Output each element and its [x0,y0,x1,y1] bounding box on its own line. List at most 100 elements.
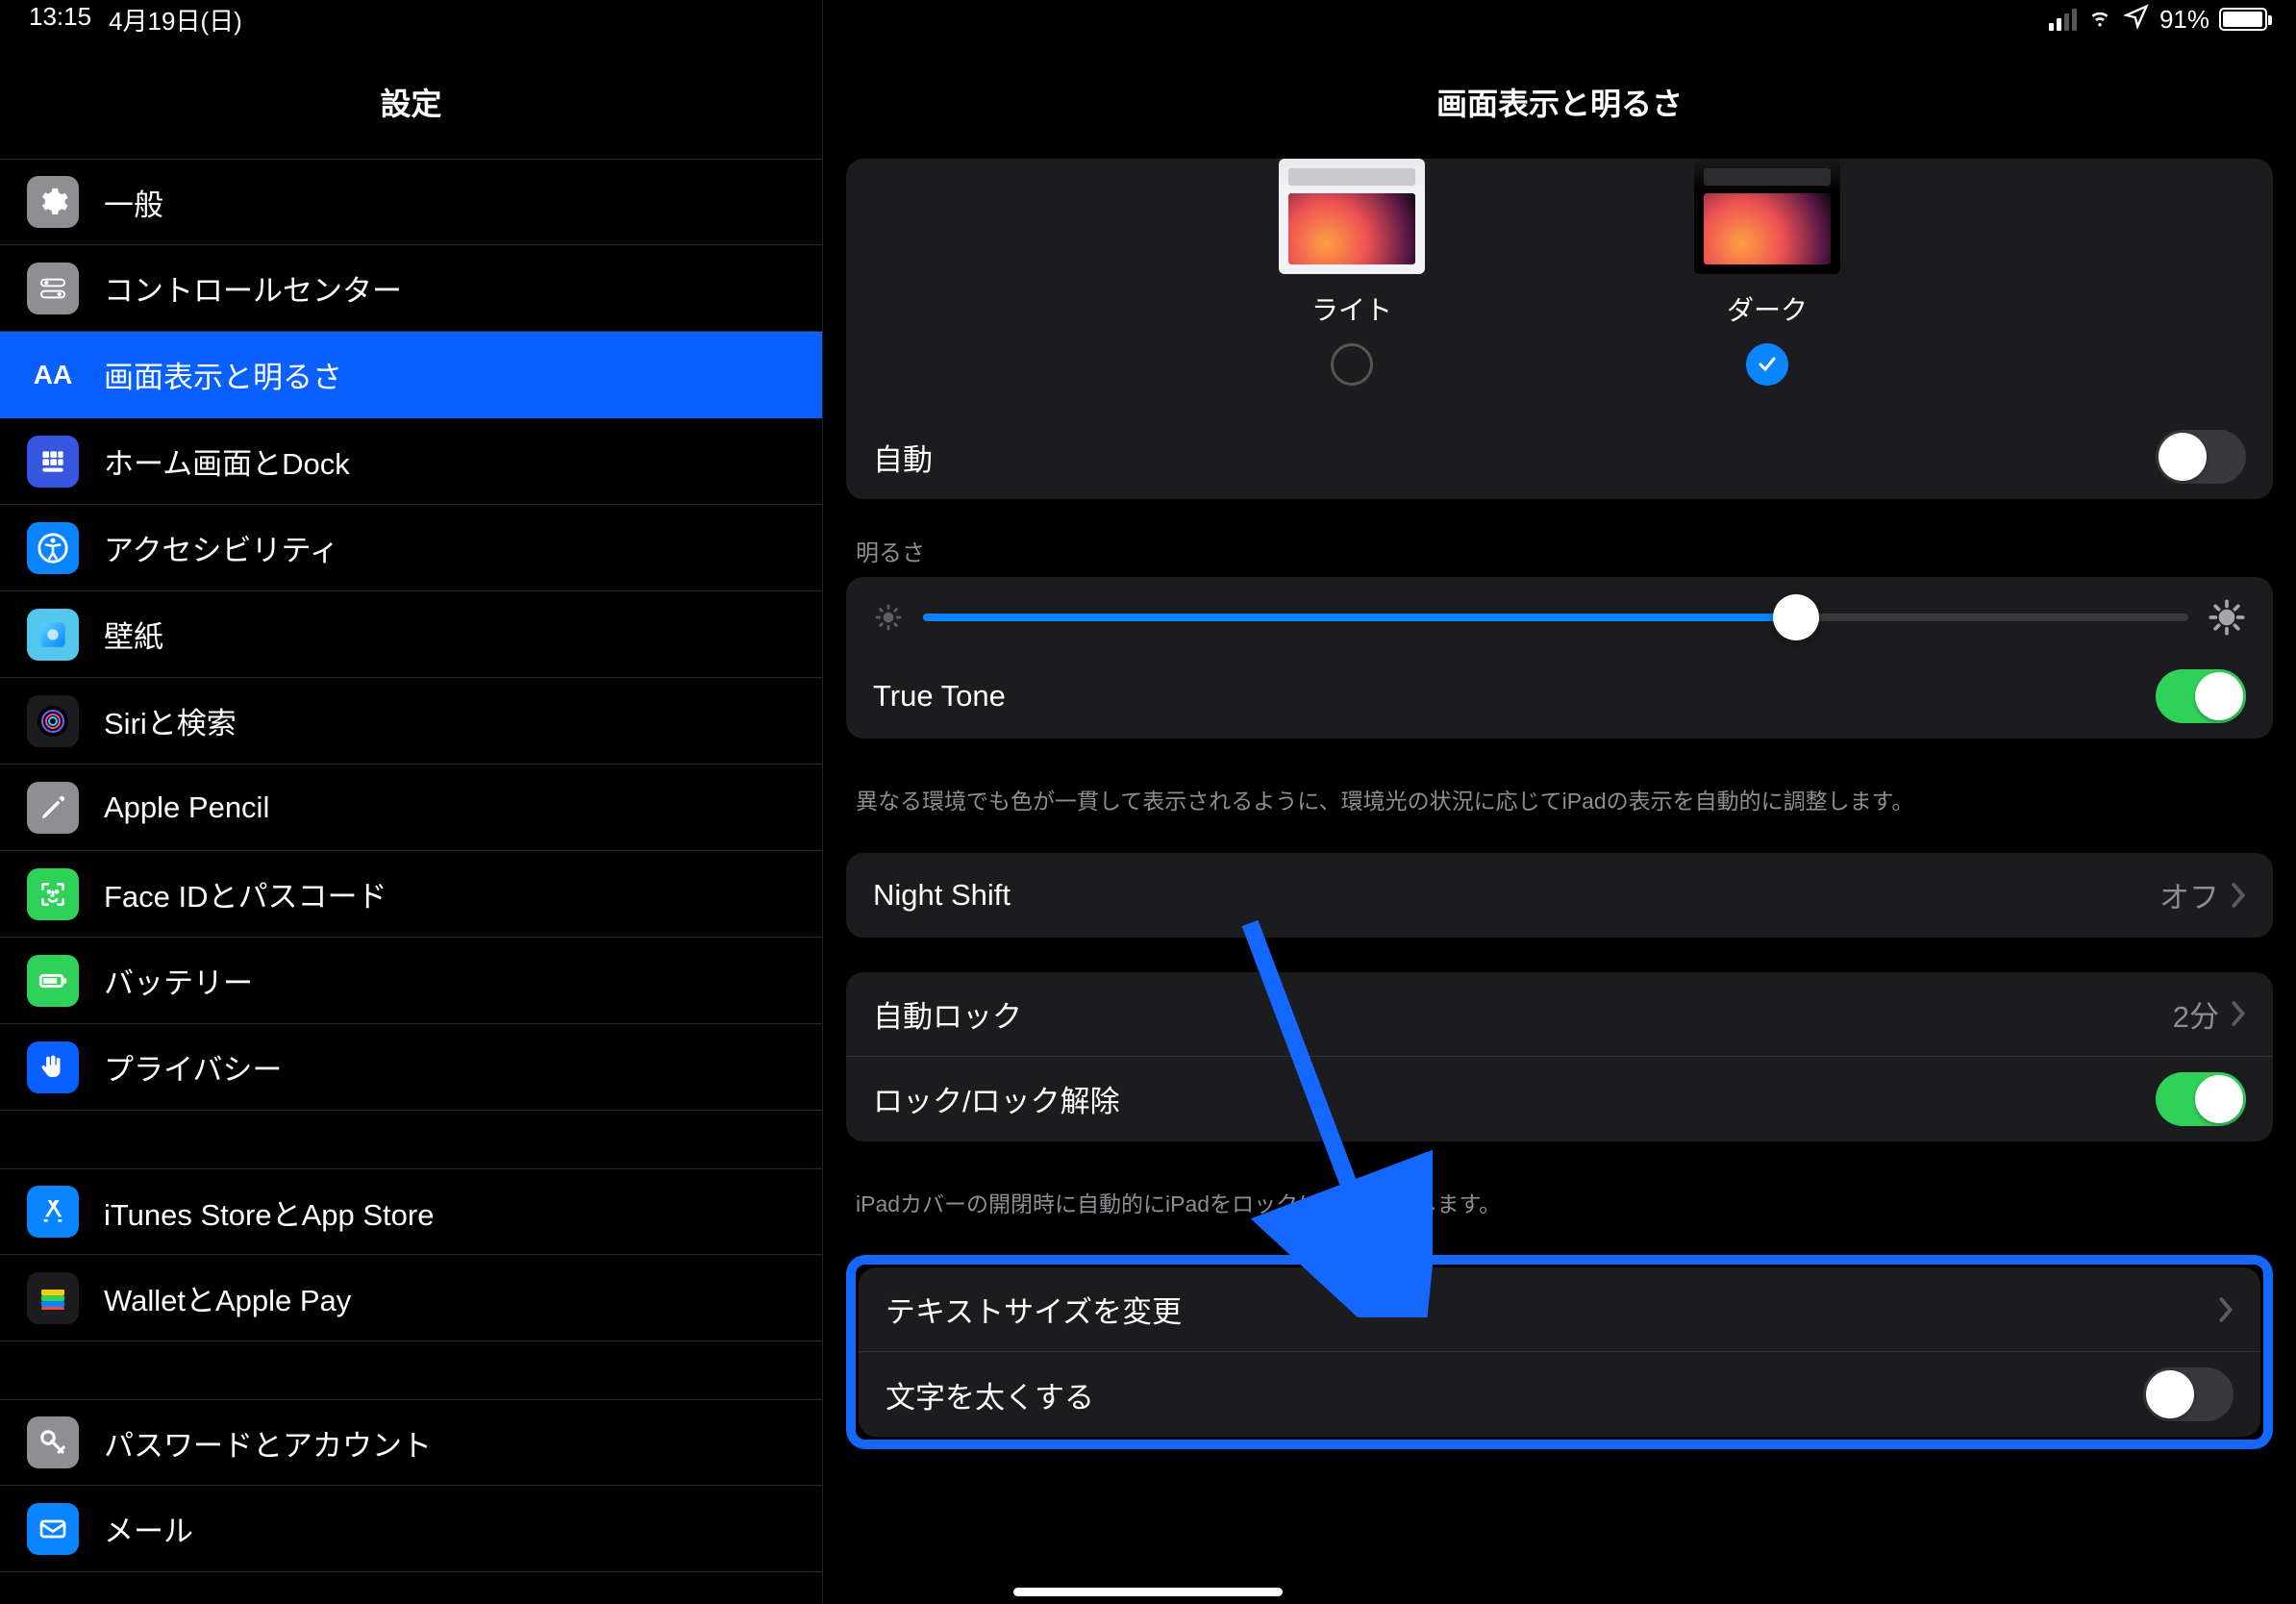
sidebar-item-general[interactable]: 一般 [0,159,822,245]
appearance-dark-label: ダーク [1694,289,1840,328]
sidebar-item-battery[interactable]: バッテリー [0,938,822,1024]
status-date: 4月19日(日) [109,2,242,38]
sidebar-section-general: 一般 コントロールセンター AA 画面表示と明るさ ホーム画面とDock [0,159,822,1111]
radio-unchecked-icon[interactable] [1331,343,1373,386]
main-title: 画面表示と明るさ [823,43,2296,159]
faceid-icon [27,868,79,920]
brightness-slider[interactable] [923,614,2188,621]
sidebar-item-home-dock[interactable]: ホーム画面とDock [0,418,822,505]
sidebar-item-label: メール [104,1507,193,1550]
sidebar-title: 設定 [0,43,822,159]
wallpaper-icon [27,609,79,661]
true-tone-row[interactable]: True Tone [846,654,2273,739]
sidebar-item-label: iTunes StoreとApp Store [104,1190,434,1234]
sidebar-item-label: コントロールセンター [104,266,402,310]
sidebar-item-control-center[interactable]: コントロールセンター [0,245,822,332]
sidebar-item-siri[interactable]: Siriと検索 [0,678,822,764]
appearance-light-label: ライト [1279,289,1425,328]
sidebar-item-apple-pencil[interactable]: Apple Pencil [0,764,822,851]
dark-preview-icon [1694,159,1840,274]
radio-checked-icon[interactable] [1746,343,1788,386]
wallet-icon [27,1272,79,1324]
sidebar-item-appstore[interactable]: iTunes StoreとApp Store [0,1168,822,1255]
true-tone-label: True Tone [873,679,2156,714]
lock-unlock-footer: iPadカバーの開閉時に自動的にiPadをロック/ロック解除します。 [846,1176,2273,1221]
light-preview-icon [1279,159,1425,274]
lock-unlock-row[interactable]: ロック/ロック解除 [846,1057,2273,1141]
auto-lock-value: 2分 [2173,992,2219,1036]
night-shift-group: Night Shift オフ [846,853,2273,938]
sidebar-item-label: ホーム画面とDock [104,439,350,483]
annotation-highlight: テキストサイズを変更 文字を太くする [846,1255,2273,1449]
sidebar-item-privacy[interactable]: プライバシー [0,1024,822,1111]
sidebar-item-label: 画面表示と明るさ [104,353,342,396]
appearance-light-option[interactable]: ライト [1279,159,1425,386]
appearance-group: ライト ダーク 自動 [846,159,2273,499]
sidebar-item-label: WalletとApple Pay [104,1276,351,1319]
sidebar: 設定 一般 コントロールセンター AA 画面表示と明るさ [0,0,823,1604]
sidebar-item-mail[interactable]: メール [0,1486,822,1572]
chevron-right-icon [2231,882,2246,909]
lock-group: 自動ロック 2分 ロック/ロック解除 [846,972,2273,1141]
sidebar-item-label: Apple Pencil [104,790,269,825]
auto-lock-row[interactable]: 自動ロック 2分 [846,972,2273,1057]
battery-icon [2219,8,2267,31]
brightness-slider-row[interactable] [846,577,2273,654]
appearance-dark-option[interactable]: ダーク [1694,159,1840,386]
brightness-group: True Tone [846,577,2273,739]
text-size-label: テキストサイズを変更 [886,1288,2218,1331]
sidebar-item-label: 一般 [104,181,163,224]
location-icon [2123,3,2150,37]
sidebar-section-accounts: パスワードとアカウント メール [0,1399,822,1572]
toggles-icon [27,263,79,314]
siri-icon [27,695,79,747]
auto-lock-label: 自動ロック [873,992,2173,1036]
sun-small-icon [873,602,904,633]
sidebar-item-accessibility[interactable]: アクセシビリティ [0,505,822,591]
status-time: 13:15 [29,2,91,38]
gear-icon [27,176,79,228]
night-shift-row[interactable]: Night Shift オフ [846,853,2273,938]
true-tone-toggle[interactable] [2156,669,2246,723]
sidebar-item-faceid[interactable]: Face IDとパスコード [0,851,822,938]
chevron-right-icon [2218,1296,2234,1323]
auto-toggle[interactable] [2156,430,2246,484]
grid-icon [27,436,79,488]
sidebar-item-display-brightness[interactable]: AA 画面表示と明るさ [0,332,822,418]
appstore-icon [27,1186,79,1238]
sidebar-item-passwords[interactable]: パスワードとアカウント [0,1399,822,1486]
sidebar-item-label: パスワードとアカウント [104,1421,432,1465]
cellular-signal-icon [2049,9,2077,31]
sidebar-item-label: バッテリー [104,959,253,1002]
status-bar: 13:15 4月19日(日) 91% [0,0,2296,38]
brightness-header: 明るさ [846,534,2273,577]
text-group: テキストサイズを変更 文字を太くする [859,1267,2260,1437]
main-panel: 画面表示と明るさ ライト ダーク [823,0,2296,1604]
text-size-row[interactable]: テキストサイズを変更 [859,1267,2260,1352]
pencil-icon [27,782,79,834]
bold-text-row[interactable]: 文字を太くする [859,1352,2260,1437]
lock-unlock-toggle[interactable] [2156,1072,2246,1126]
wifi-icon [2086,3,2113,37]
sidebar-item-label: 壁紙 [104,613,163,656]
sidebar-item-wallpaper[interactable]: 壁紙 [0,591,822,678]
night-shift-label: Night Shift [873,878,2159,913]
sidebar-item-label: プライバシー [104,1045,282,1089]
accessibility-icon [27,522,79,574]
sidebar-item-label: Siriと検索 [104,699,237,742]
true-tone-footer: 異なる環境でも色が一貫して表示されるように、環境光の状況に応じてiPadの表示を… [846,773,2273,818]
sidebar-item-wallet[interactable]: WalletとApple Pay [0,1255,822,1341]
chevron-right-icon [2231,1000,2246,1027]
sidebar-item-label: Face IDとパスコード [104,872,387,915]
bold-text-toggle[interactable] [2143,1367,2234,1421]
sidebar-section-store: iTunes StoreとApp Store WalletとApple Pay [0,1168,822,1341]
battery-icon [27,955,79,1007]
bold-text-label: 文字を太くする [886,1373,2143,1416]
sidebar-item-label: アクセシビリティ [104,526,339,569]
key-icon [27,1416,79,1468]
privacy-hand-icon [27,1041,79,1093]
home-indicator[interactable] [1013,1588,1283,1596]
lock-unlock-label: ロック/ロック解除 [873,1077,2156,1120]
auto-appearance-row[interactable]: 自動 [846,414,2273,499]
night-shift-value: オフ [2159,873,2219,916]
